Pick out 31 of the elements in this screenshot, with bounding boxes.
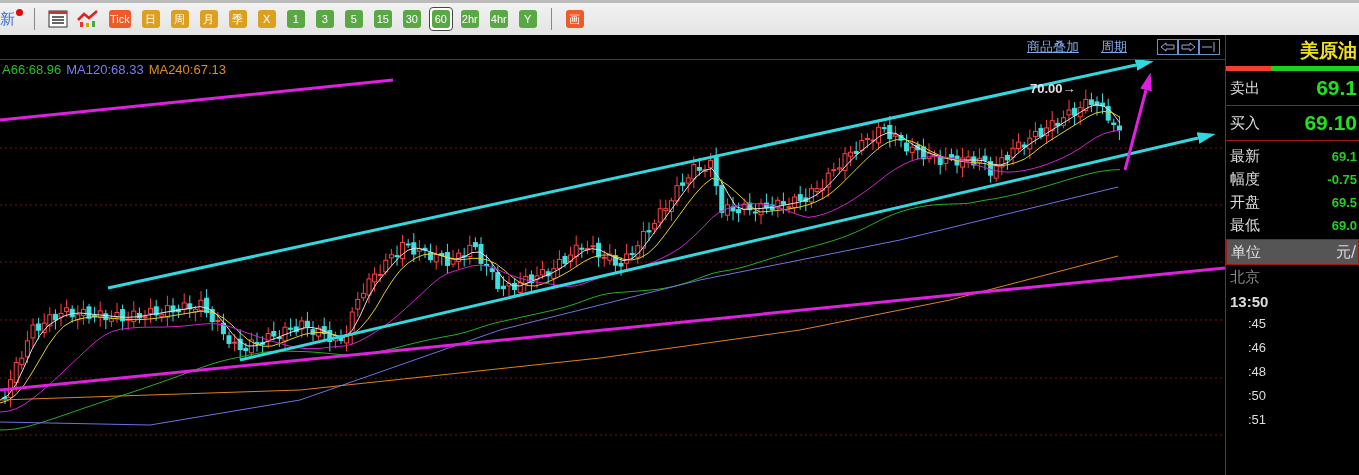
time-label: :46: [1247, 340, 1268, 357]
time-label: :45: [1247, 316, 1268, 333]
quote-label: 买入: [1230, 113, 1260, 133]
time-label: :51: [1247, 412, 1268, 429]
quote-label: 开盘: [1230, 192, 1260, 213]
high-price-label: 70.00→: [1030, 81, 1076, 96]
instrument-title: 美原油: [1299, 38, 1358, 63]
quote-label: 最低: [1230, 215, 1260, 236]
period-button[interactable]: 60: [428, 7, 453, 31]
period-button[interactable]: Tick: [106, 7, 134, 31]
ma-legend: MA240:67.13: [148, 62, 226, 77]
quote-label: 卖出: [1230, 78, 1260, 98]
quote-label: 幅度: [1230, 169, 1260, 190]
unit-value: 元/: [1335, 242, 1356, 263]
news-button[interactable]: 新: [0, 9, 23, 29]
quote-value: 69.0: [1331, 217, 1357, 235]
time-label: :50: [1247, 388, 1268, 405]
quote-label: 单位: [1231, 242, 1261, 263]
quote-value: 69.10: [1304, 111, 1357, 135]
chart-link[interactable]: 周期: [1101, 38, 1127, 56]
chart-link[interactable]: 商品叠加: [1027, 38, 1079, 56]
city-label: 北京: [1229, 267, 1261, 288]
time-label: 13:50: [1229, 292, 1270, 312]
quote-label: 最新: [1230, 146, 1260, 167]
quote-value: 69.1: [1316, 76, 1357, 100]
quote-value: -0.75: [1327, 171, 1357, 189]
ma-legend: MA120:68.33: [66, 62, 144, 77]
ma-legend: A66:68.96: [2, 62, 62, 77]
quote-value: 69.5: [1331, 194, 1357, 212]
quote-value: 69.1: [1331, 148, 1357, 166]
time-label: :48: [1247, 364, 1268, 381]
